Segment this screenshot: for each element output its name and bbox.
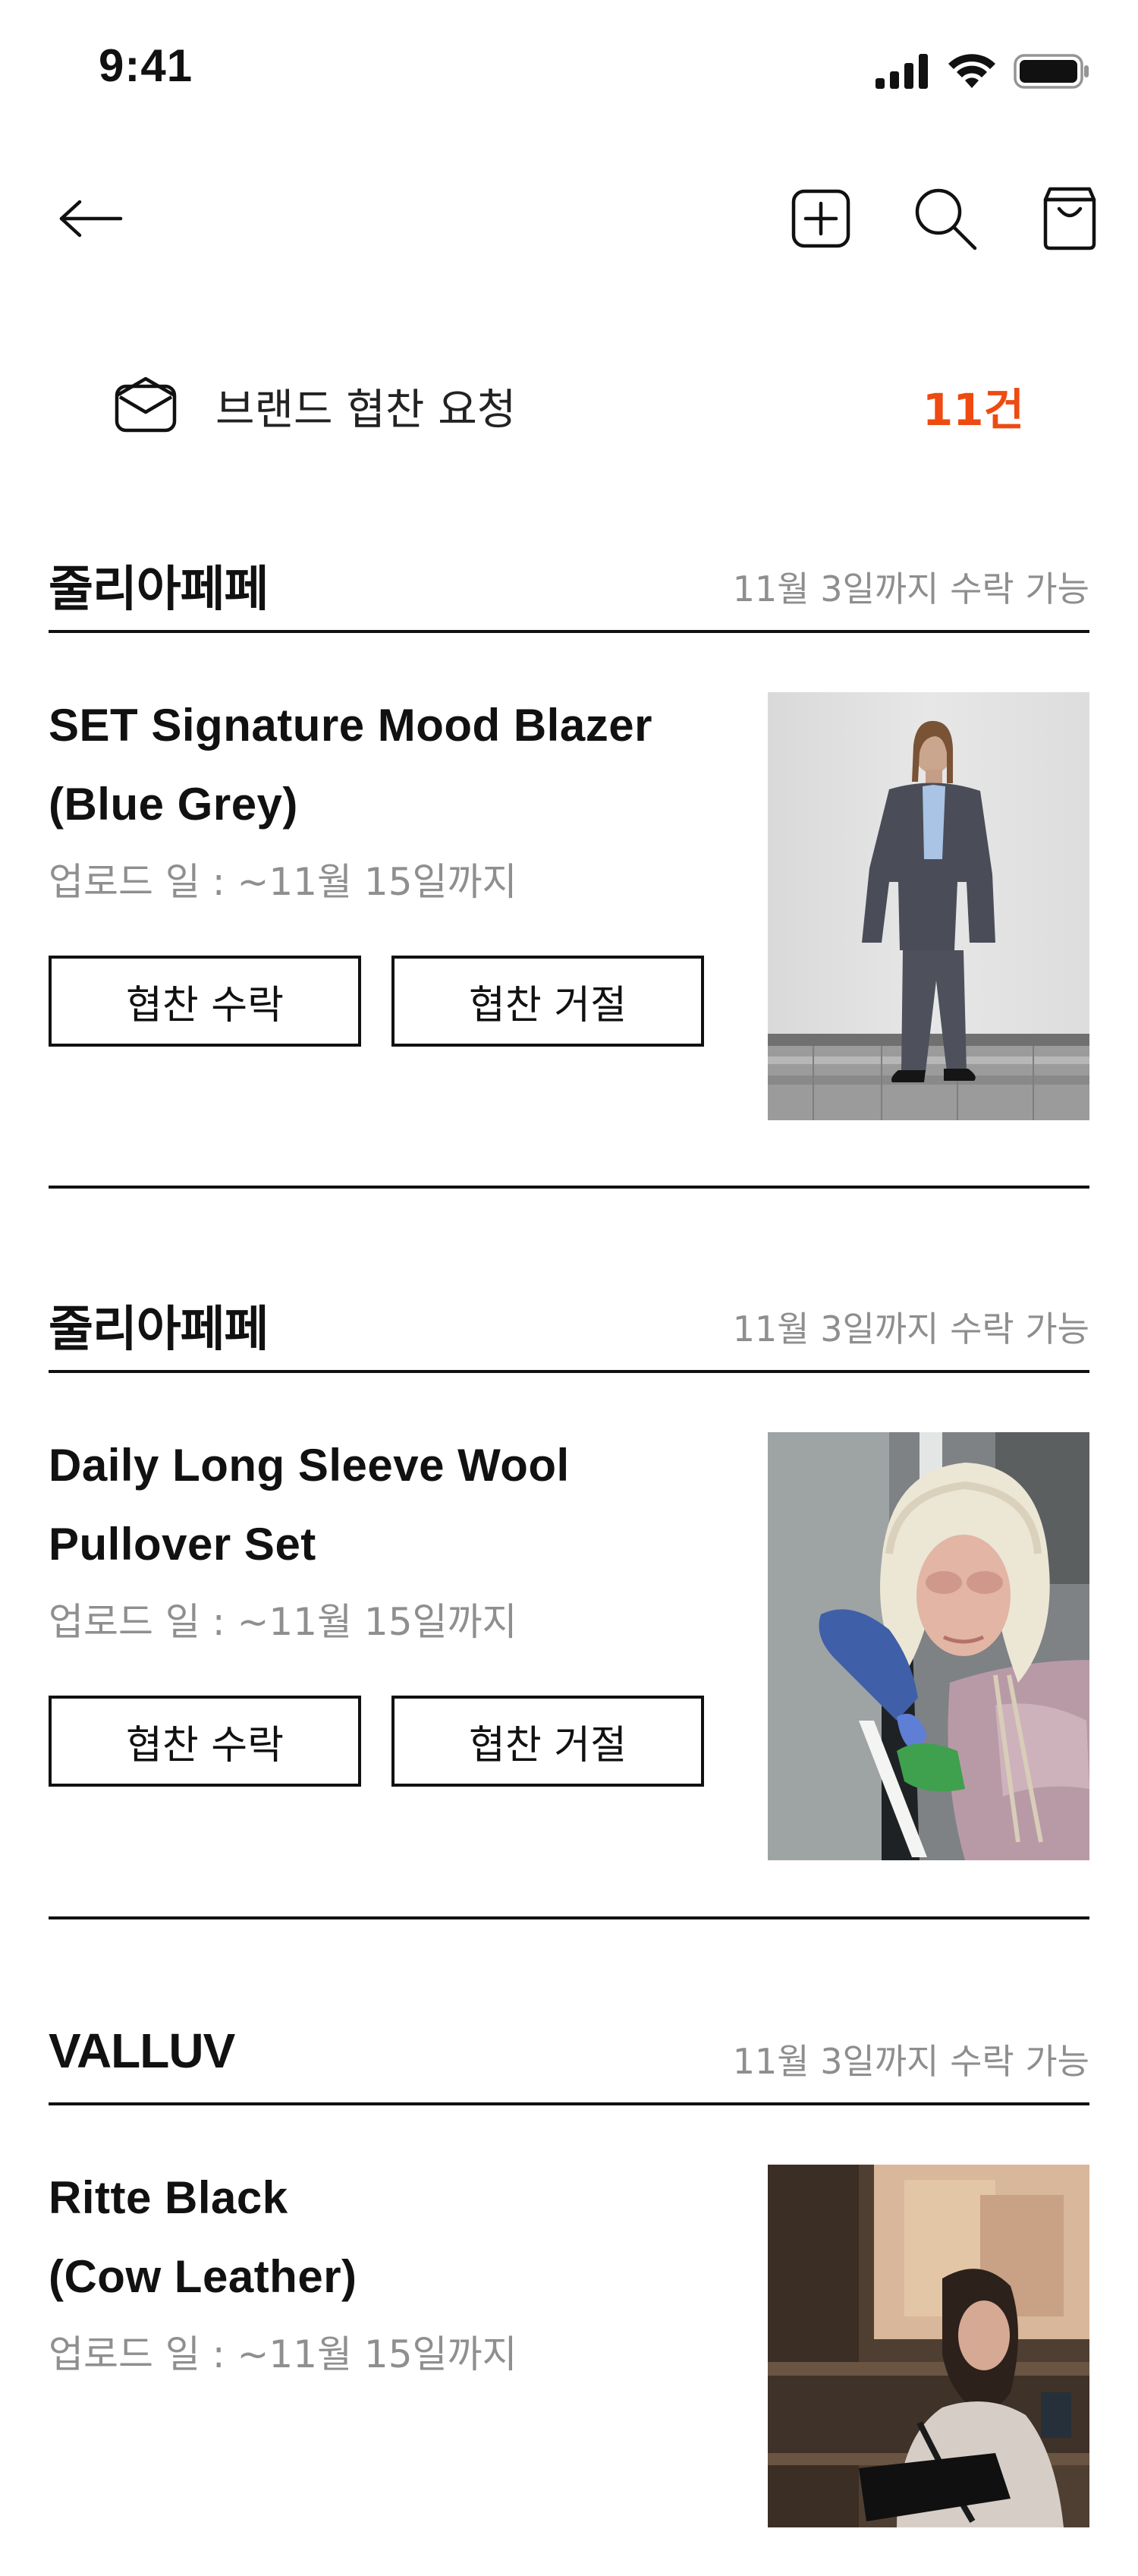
brand-header: 줄리아페페 11월 3일까지 수락 가능 bbox=[49, 1271, 1089, 1373]
product-image[interactable] bbox=[768, 1432, 1089, 1860]
upload-deadline: 업로드 일 : ~11월 15일까지 bbox=[49, 1600, 517, 1644]
status-time: 9:41 bbox=[99, 40, 193, 91]
product-title-line: (Cow Leather) bbox=[49, 2251, 357, 2302]
product-info: SET Signature Mood Blazer (Blue Grey) 업로… bbox=[49, 686, 731, 906]
product-image[interactable] bbox=[768, 692, 1089, 1120]
action-buttons: 협찬 수락 협찬 거절 bbox=[49, 956, 704, 1047]
product-title-line: SET Signature Mood Blazer bbox=[49, 700, 652, 751]
accept-deadline: 11월 3일까지 수락 가능 bbox=[732, 568, 1089, 609]
nav-actions bbox=[783, 178, 1108, 262]
brand-name[interactable]: 줄리아페페 bbox=[49, 550, 269, 620]
request-count-badge: 11건 bbox=[922, 384, 1024, 436]
search-button[interactable] bbox=[907, 182, 983, 258]
brand-header: VALLUV 11월 3일까지 수락 가능 bbox=[49, 2004, 1089, 2105]
reject-sponsorship-button[interactable]: 협찬 거절 bbox=[391, 956, 704, 1047]
brand-name[interactable]: VALLUV bbox=[49, 2023, 235, 2079]
sponsorship-request-summary[interactable]: 브랜드 협찬 요청 11건 bbox=[114, 364, 1024, 448]
action-buttons: 협찬 수락 협찬 거절 bbox=[49, 1696, 704, 1787]
product-title-line: Pullover Set bbox=[49, 1519, 316, 1570]
battery-icon bbox=[1014, 54, 1089, 92]
accept-deadline: 11월 3일까지 수락 가능 bbox=[732, 1308, 1089, 1349]
reject-sponsorship-button[interactable]: 협찬 거절 bbox=[391, 1696, 704, 1787]
accept-deadline: 11월 3일까지 수락 가능 bbox=[732, 2041, 1089, 2082]
card-divider bbox=[49, 1916, 1089, 1919]
accept-sponsorship-button[interactable]: 협찬 수락 bbox=[49, 956, 361, 1047]
product-title-line: Daily Long Sleeve Wool bbox=[49, 1440, 570, 1491]
product-item: SET Signature Mood Blazer (Blue Grey) 업로… bbox=[49, 633, 1089, 1120]
sponsorship-card: 줄리아페페 11월 3일까지 수락 가능 SET Signature Mood … bbox=[49, 531, 1089, 1120]
brand-name[interactable]: 줄리아페페 bbox=[49, 1290, 269, 1360]
product-item: Ritte Black (Cow Leather) 업로드 일 : ~11월 1… bbox=[49, 2105, 1089, 2576]
product-item: Daily Long Sleeve Wool Pullover Set 업로드 … bbox=[49, 1373, 1089, 1860]
cellular-signal-icon bbox=[876, 54, 930, 92]
upload-deadline: 업로드 일 : ~11월 15일까지 bbox=[49, 2332, 517, 2376]
product-title[interactable]: SET Signature Mood Blazer (Blue Grey) bbox=[49, 686, 731, 844]
arrow-left-icon bbox=[58, 199, 124, 241]
product-info: Daily Long Sleeve Wool Pullover Set 업로드 … bbox=[49, 1426, 731, 1646]
shopping-bag-button[interactable] bbox=[1032, 182, 1108, 258]
brand-header: 줄리아페페 11월 3일까지 수락 가능 bbox=[49, 531, 1089, 633]
add-square-icon bbox=[791, 188, 851, 252]
wifi-icon bbox=[947, 53, 997, 93]
status-icons bbox=[876, 52, 1089, 94]
product-title[interactable]: Daily Long Sleeve Wool Pullover Set bbox=[49, 1426, 731, 1584]
upload-deadline: 업로드 일 : ~11월 15일까지 bbox=[49, 860, 517, 904]
sponsorship-card: 줄리아페페 11월 3일까지 수락 가능 Daily Long Sleeve W… bbox=[49, 1271, 1089, 1860]
add-button[interactable] bbox=[783, 182, 859, 258]
product-title-line: (Blue Grey) bbox=[49, 779, 298, 830]
product-image[interactable] bbox=[768, 2165, 1089, 2527]
accept-sponsorship-button[interactable]: 협찬 수락 bbox=[49, 1696, 361, 1787]
card-divider bbox=[49, 1186, 1089, 1189]
product-title-line: Ritte Black bbox=[49, 2172, 288, 2223]
envelope-icon bbox=[114, 376, 178, 436]
request-label: 브랜드 협찬 요청 bbox=[215, 385, 517, 435]
back-button[interactable] bbox=[53, 194, 129, 247]
product-title[interactable]: Ritte Black (Cow Leather) bbox=[49, 2159, 731, 2316]
top-nav-bar bbox=[0, 171, 1138, 269]
shopping-bag-icon bbox=[1041, 186, 1099, 254]
search-icon bbox=[911, 184, 979, 256]
sponsorship-card: VALLUV 11월 3일까지 수락 가능 Ritte Black (Cow L… bbox=[49, 2004, 1089, 2576]
product-info: Ritte Black (Cow Leather) 업로드 일 : ~11월 1… bbox=[49, 2159, 731, 2379]
status-bar: 9:41 bbox=[0, 0, 1138, 137]
